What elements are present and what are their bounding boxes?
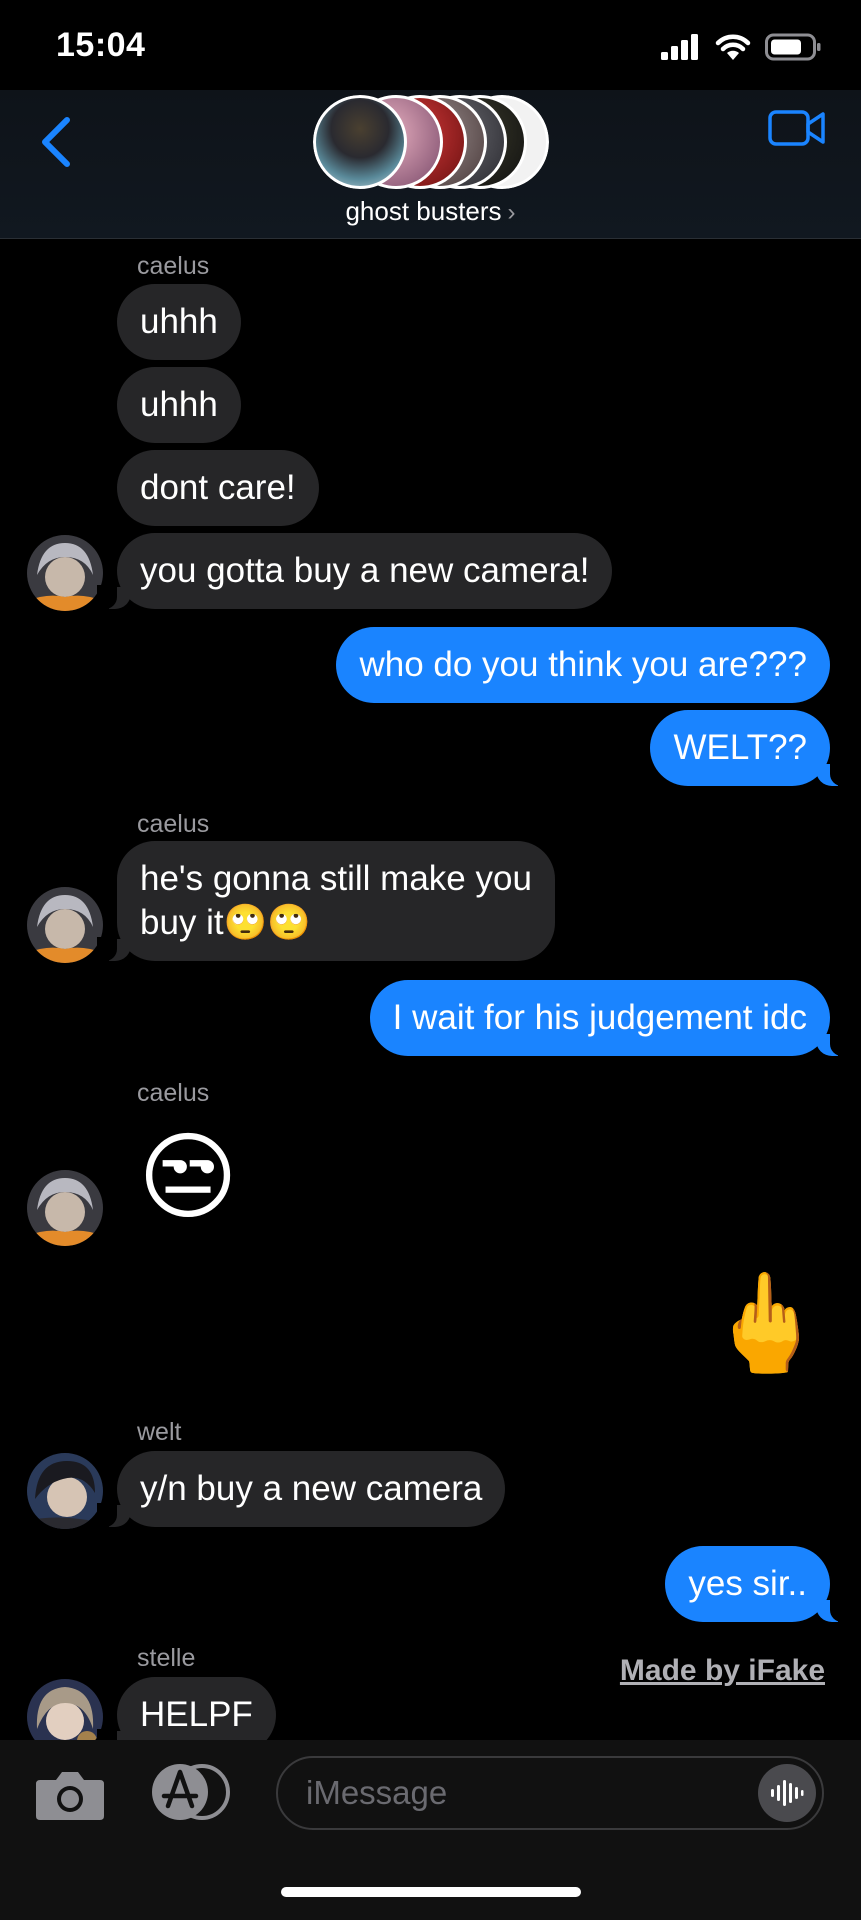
back-button[interactable] [28, 104, 84, 180]
status-bar: 15:04 [0, 0, 861, 90]
status-icons [661, 30, 821, 64]
outgoing-message[interactable]: yes sir.. [665, 1546, 850, 1622]
outgoing-message[interactable]: WELT?? [650, 710, 850, 786]
sender-name: welt [137, 1418, 182, 1446]
watermark: Made by iFake [619, 1654, 825, 1687]
app-store-icon [152, 1764, 230, 1820]
message-input[interactable] [304, 1773, 708, 1813]
battery-icon [765, 33, 821, 61]
status-time: 15:04 [56, 26, 146, 64]
outgoing-message[interactable]: I wait for his judgement idc [369, 980, 851, 1056]
incoming-message[interactable]: uhhh [117, 367, 241, 443]
incoming-message[interactable]: he's gonna still make you buy it🙄🙄 [97, 841, 555, 961]
video-call-button[interactable] [767, 98, 827, 158]
home-indicator[interactable] [281, 1887, 581, 1897]
avatar-welt [27, 1453, 103, 1529]
audio-message-button[interactable] [758, 1764, 816, 1822]
sender-name: caelus [137, 1079, 210, 1107]
chevron-right-icon: › [507, 199, 516, 226]
avatar-caelus [27, 887, 103, 963]
emoji-message[interactable]: 🖕 [706, 1274, 826, 1374]
avatar-caelus [27, 1170, 103, 1246]
incoming-message[interactable]: dont care! [117, 450, 319, 526]
incoming-message[interactable]: you gotta buy a new camera! [96, 533, 613, 609]
sender-name: stelle [137, 1644, 196, 1672]
sender-name: caelus [137, 252, 210, 280]
camera-button[interactable] [34, 1766, 106, 1822]
avatar[interactable] [27, 535, 103, 611]
avatar[interactable] [27, 887, 103, 963]
video-camera-icon [768, 110, 825, 146]
camera-icon [36, 1772, 104, 1820]
message-list[interactable]: caelus uhhh uhhh dont care! you gotta bu… [0, 238, 861, 1755]
group-name[interactable]: ghost busters › [0, 196, 861, 227]
avatar[interactable] [27, 1170, 103, 1246]
incoming-message[interactable]: y/n buy a new camera [96, 1451, 506, 1527]
message-line: he's gonna still make you [140, 859, 532, 898]
signal-icon [661, 34, 698, 60]
group-name-label: ghost busters [345, 196, 502, 226]
message-line: buy it🙄🙄 [140, 903, 311, 942]
group-avatar [313, 95, 407, 189]
audio-waveform-icon [771, 1780, 804, 1806]
incoming-message[interactable]: uhhh [117, 284, 241, 360]
conversation-header: ghost busters › [0, 90, 861, 239]
imessage-field[interactable] [276, 1756, 824, 1830]
sender-name: caelus [137, 810, 210, 838]
chevron-left-icon [42, 117, 70, 167]
outgoing-message[interactable]: who do you think you are??? [336, 627, 830, 703]
wifi-icon [715, 34, 751, 60]
app-store-button[interactable] [150, 1762, 232, 1822]
avatar-caelus [27, 535, 103, 611]
group-avatar-stack[interactable] [313, 95, 549, 189]
emoji-message[interactable]: 😒 [138, 1128, 238, 1228]
avatar[interactable] [27, 1453, 103, 1529]
